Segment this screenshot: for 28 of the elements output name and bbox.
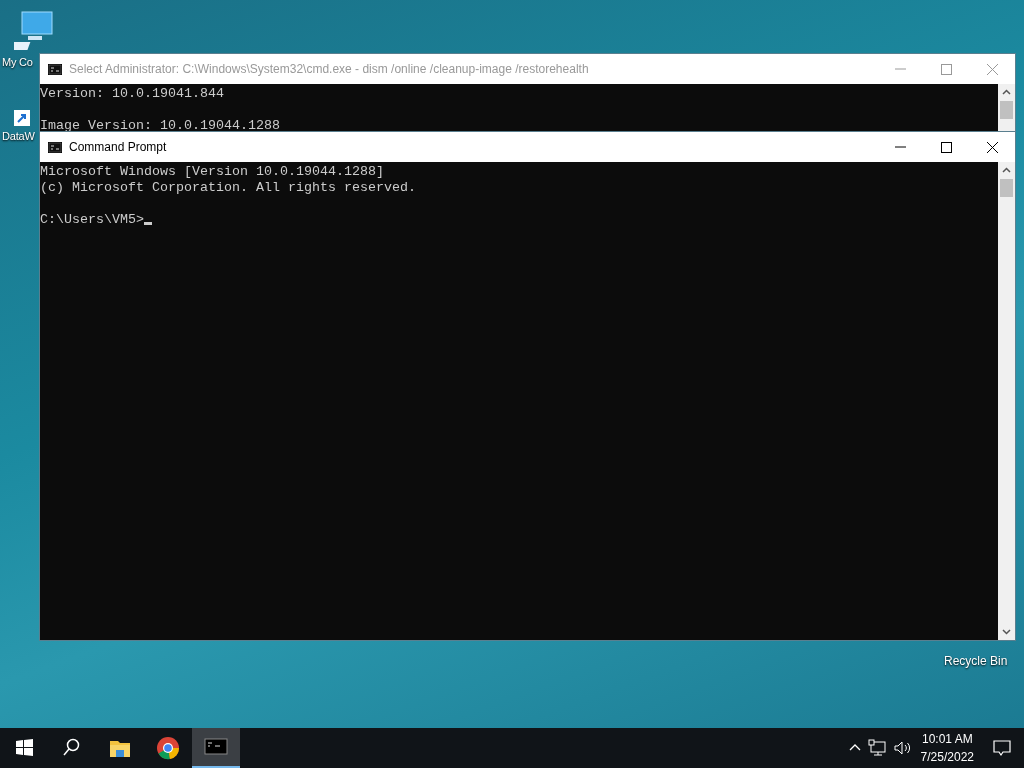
console-line: (c) Microsoft Corporation. All rights reserved. [40, 180, 416, 195]
desktop-icon-label[interactable]: Recycle Bin [944, 652, 1008, 670]
shortcut-icon[interactable] [12, 108, 32, 128]
desktop-icon-label[interactable]: My Co [2, 54, 33, 71]
clock[interactable]: 10:01 AM 7/25/2022 [914, 730, 980, 766]
minimize-icon [894, 68, 906, 70]
console-icon [48, 63, 62, 75]
console-line: Image Version: 10.0.19044.1288 [40, 118, 280, 133]
minimize-icon [894, 146, 906, 148]
scroll-thumb[interactable] [1000, 101, 1013, 119]
maximize-icon [940, 63, 952, 75]
window-title: Select Administrator: C:\Windows\System32\cmd.exe - dism /online /cleanup-image /restorehealth [69, 61, 590, 78]
console-icon [48, 141, 62, 153]
console-line: Version: 10.0.19041.844 [40, 86, 224, 101]
console-line: C:\Users\VM5> [40, 212, 144, 227]
clock-time: 10:01 AM [920, 731, 974, 748]
scroll-thumb[interactable] [1000, 179, 1013, 197]
scrollbar[interactable] [998, 162, 1015, 640]
maximize-icon [940, 141, 952, 153]
close-icon [986, 141, 998, 153]
desktop-icon-label[interactable]: DataW [2, 128, 35, 145]
window-title: Command Prompt [69, 139, 168, 156]
browser-icon [156, 736, 180, 760]
console-line: Microsoft Windows [Version 10.0.19044.1288] [40, 164, 384, 179]
taskbar-button[interactable] [192, 728, 240, 768]
clock-date: 7/25/2022 [920, 749, 974, 766]
close-icon [986, 63, 998, 75]
scrollbar[interactable] [998, 84, 1015, 131]
